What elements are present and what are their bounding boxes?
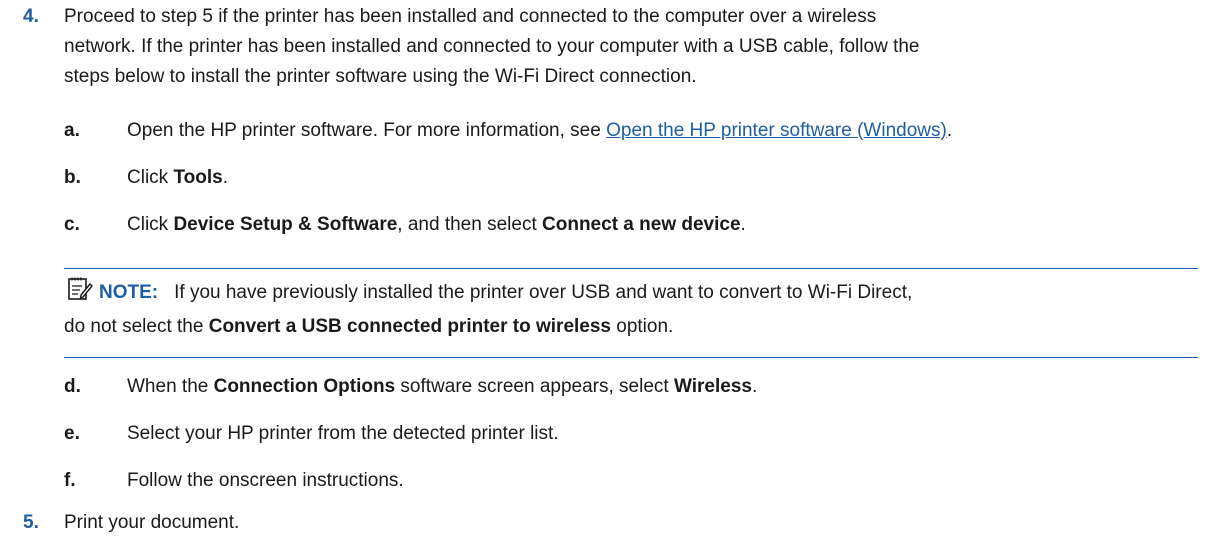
substep-c-lead: Click (127, 214, 174, 235)
step-4-line-3: steps below to install the printer softw… (64, 66, 697, 87)
substep-e-text: Select your HP printer from the detected… (127, 423, 559, 444)
step-number: 4. (23, 6, 39, 27)
step-4-text: Proceed to step 5 if the printer has bee… (64, 2, 1199, 92)
note-text-1: If you have previously installed the pri… (174, 282, 913, 303)
step-4-line-2: network. If the printer has been install… (64, 36, 920, 57)
substep-letter: e. (64, 423, 80, 444)
substep-c-mid: , and then select (397, 214, 543, 235)
substep-letter: f. (64, 470, 76, 491)
note-line-1: NOTE: If you have previously installed th… (99, 279, 912, 307)
connect-new-device-label: Connect a new device (542, 214, 741, 235)
note-label: NOTE: (99, 282, 159, 303)
step-5-text: Print your document. (64, 512, 240, 533)
substep-c-text: Click Device Setup & Software, and then … (127, 210, 1202, 240)
substep-d-period: . (751, 376, 758, 397)
substep-f-text: Follow the onscreen instructions. (127, 470, 404, 491)
substep-letter: a. (64, 120, 80, 141)
substep-letter: d. (64, 376, 81, 397)
substep-letter: b. (64, 167, 81, 188)
substep-a-lead: Open the HP printer software. For more i… (127, 120, 607, 141)
substep-b-lead: Click (127, 167, 174, 188)
open-printer-software-link[interactable]: Open the HP printer software (Windows) (606, 120, 947, 141)
convert-usb-option-label: Convert a USB connected printer to wirel… (208, 316, 611, 337)
substep-d-mid: software screen appears, select (395, 376, 674, 397)
substep-d-text: When the Connection Options software scr… (127, 372, 1202, 402)
substep-c-period: . (740, 214, 746, 235)
substep-letter: c. (64, 214, 80, 235)
note-pencil-icon (68, 277, 93, 300)
note-box: NOTE: If you have previously installed th… (64, 268, 1198, 358)
device-setup-label: Device Setup & Software (173, 214, 398, 235)
step-4-line-1: Proceed to step 5 if the printer has bee… (64, 6, 877, 27)
connection-options-label: Connection Options (213, 376, 396, 397)
substep-b-text: Click Tools. (127, 163, 1202, 193)
note-text-2-lead: do not select the (64, 316, 209, 337)
step-number: 5. (23, 512, 39, 533)
wireless-label: Wireless (673, 376, 752, 397)
substep-d-lead: When the (127, 376, 214, 397)
substep-b-period: . (222, 167, 228, 188)
substep-a-text: Open the HP printer software. For more i… (127, 116, 1202, 146)
tools-label: Tools (173, 167, 223, 188)
note-line-2: do not select the Convert a USB connecte… (64, 313, 673, 341)
note-text-2-tail: option. (610, 316, 674, 337)
substep-a-period: . (946, 120, 953, 141)
